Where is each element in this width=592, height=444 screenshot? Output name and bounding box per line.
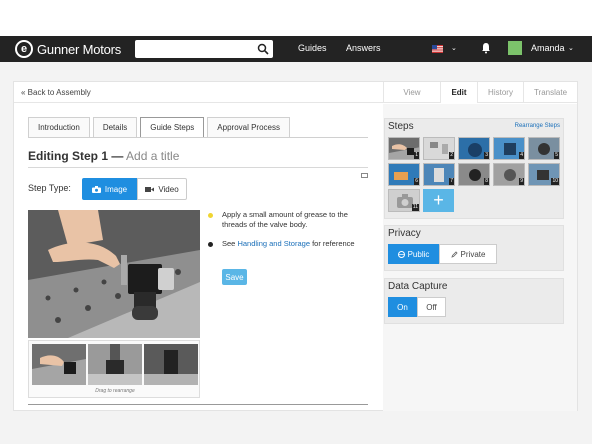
- nav-answers-link[interactable]: Answers: [346, 43, 381, 53]
- privacy-panel-title: Privacy: [388, 228, 421, 239]
- bullet-dot-black: [208, 242, 213, 247]
- nav-guides-link[interactable]: Guides: [298, 43, 327, 53]
- data-capture-panel: Data Capture On Off: [384, 278, 564, 324]
- step-title-input[interactable]: Add a title: [126, 149, 179, 163]
- privacy-public-button[interactable]: Public: [388, 244, 439, 264]
- camera-icon: [91, 185, 101, 193]
- step-thumbnail-10[interactable]: 10: [528, 163, 560, 186]
- step-thumbnail-11[interactable]: 11: [388, 189, 420, 212]
- step-type-image-label: Image: [104, 184, 128, 194]
- step-title-prefix: Editing Step 1 —: [28, 149, 124, 163]
- tab-introduction[interactable]: Introduction: [28, 117, 90, 137]
- step-type-image-button[interactable]: Image: [82, 178, 137, 200]
- search-icon[interactable]: [257, 43, 269, 55]
- mode-tab-view[interactable]: View: [383, 82, 440, 103]
- step-thumbnail-2[interactable]: 2: [423, 137, 455, 160]
- step-number: 5: [554, 152, 559, 159]
- step-thumbnail-5[interactable]: 5: [528, 137, 560, 160]
- data-capture-panel-title: Data Capture: [388, 281, 448, 292]
- step-type-label: Step Type:: [28, 183, 71, 193]
- rearrange-steps-link[interactable]: Rearrange Steps: [515, 123, 560, 129]
- pencil-icon: [450, 250, 458, 258]
- privacy-private-label: Private: [460, 249, 486, 259]
- mode-tab-history[interactable]: History: [477, 82, 523, 103]
- search-box: [135, 40, 273, 60]
- top-navbar: e Gunner Motors Guides Answers ⌄ Amanda …: [0, 36, 592, 62]
- step-number: 2: [449, 152, 454, 159]
- image-thumbnail[interactable]: [88, 344, 142, 385]
- step-number: 7: [449, 178, 454, 185]
- brand-name: Gunner Motors: [37, 41, 122, 57]
- tab-details[interactable]: Details: [92, 117, 138, 137]
- user-menu-chevron-down-icon[interactable]: ⌄: [568, 44, 574, 52]
- tabs-divider: [28, 137, 368, 138]
- avatar[interactable]: [508, 41, 522, 55]
- us-flag-icon[interactable]: [432, 45, 443, 53]
- step-thumbnail-7[interactable]: 7: [423, 163, 455, 186]
- bell-icon[interactable]: [481, 42, 491, 54]
- search-input[interactable]: [139, 41, 254, 60]
- mode-tab-translate[interactable]: Translate: [523, 82, 577, 103]
- step-number: 11: [411, 204, 419, 211]
- bullet-text-2-post: for reference: [310, 239, 355, 248]
- step-type-video-button[interactable]: Video: [137, 178, 187, 200]
- back-to-assembly-link[interactable]: « Back to Assembly: [21, 88, 91, 97]
- tab-approval-process[interactable]: Approval Process: [207, 117, 290, 137]
- thumbnail-image: [88, 344, 142, 385]
- bottom-divider: [28, 404, 368, 405]
- globe-icon: [397, 250, 405, 258]
- step-number: 4: [519, 152, 524, 159]
- title-underline: [28, 167, 368, 168]
- step-type-video-label: Video: [158, 184, 179, 194]
- step-number: 8: [484, 178, 489, 185]
- step-thumbnail-9[interactable]: 9: [493, 163, 525, 186]
- step-thumbnail-6[interactable]: 6: [388, 163, 420, 186]
- bullet-dot-yellow: [208, 213, 213, 218]
- bullet-text-2[interactable]: See Handling and Storage for reference: [222, 239, 372, 249]
- step-number: 1: [414, 152, 419, 159]
- image-thumbnail[interactable]: [144, 344, 198, 385]
- step-number: 10: [551, 178, 559, 185]
- top-blank-area: [0, 0, 592, 36]
- step-thumbnail-3[interactable]: 3: [458, 137, 490, 160]
- thumbnail-image: [144, 344, 198, 385]
- bullet-text-1[interactable]: Apply a small amount of grease to the th…: [222, 210, 372, 230]
- handling-and-storage-link[interactable]: Handling and Storage: [237, 239, 310, 248]
- step-number: 6: [414, 178, 419, 185]
- editor-tabs: Introduction Details Guide Steps Approva…: [28, 117, 293, 138]
- keyboard-icon[interactable]: [361, 173, 368, 178]
- mode-tab-edit[interactable]: Edit: [440, 82, 477, 103]
- video-camera-icon: [145, 186, 155, 192]
- privacy-private-button[interactable]: Private: [439, 244, 497, 264]
- steps-panel: Steps Rearrange Steps 1 2 3 4 5 6 7 8 9 …: [384, 118, 564, 219]
- data-capture-off-button[interactable]: Off: [417, 297, 446, 317]
- editor-header: « Back to Assembly View Edit History Tra…: [14, 82, 577, 103]
- steps-panel-title: Steps: [388, 121, 414, 132]
- step-number: 9: [519, 178, 524, 185]
- user-name[interactable]: Amanda: [531, 43, 565, 53]
- image-thumbnail-strip: Drag to rearrange: [28, 340, 200, 398]
- step-title: Editing Step 1 — Add a title: [28, 149, 179, 163]
- tab-guide-steps[interactable]: Guide Steps: [140, 117, 205, 138]
- add-step-button[interactable]: +: [423, 189, 454, 212]
- main-step-image[interactable]: [28, 210, 200, 338]
- drag-to-rearrange-note: Drag to rearrange: [95, 388, 135, 394]
- image-thumbnail[interactable]: [32, 344, 86, 385]
- data-capture-on-button[interactable]: On: [388, 297, 417, 317]
- logo-icon: e: [15, 40, 33, 58]
- brand-logo[interactable]: e Gunner Motors: [15, 40, 121, 58]
- privacy-panel: Privacy Public Private: [384, 225, 564, 271]
- gauge-photo-image: [28, 210, 200, 338]
- save-button[interactable]: Save: [222, 269, 247, 285]
- language-chevron-down-icon[interactable]: ⌄: [451, 44, 457, 52]
- privacy-public-label: Public: [407, 249, 430, 259]
- editor-card: « Back to Assembly View Edit History Tra…: [13, 81, 578, 411]
- step-thumbnail-1[interactable]: 1: [388, 137, 420, 160]
- step-thumbnail-4[interactable]: 4: [493, 137, 525, 160]
- bullet-text-2-pre: See: [222, 239, 238, 248]
- step-number: 3: [484, 152, 489, 159]
- step-thumbnail-8[interactable]: 8: [458, 163, 490, 186]
- thumbnail-image: [32, 344, 86, 385]
